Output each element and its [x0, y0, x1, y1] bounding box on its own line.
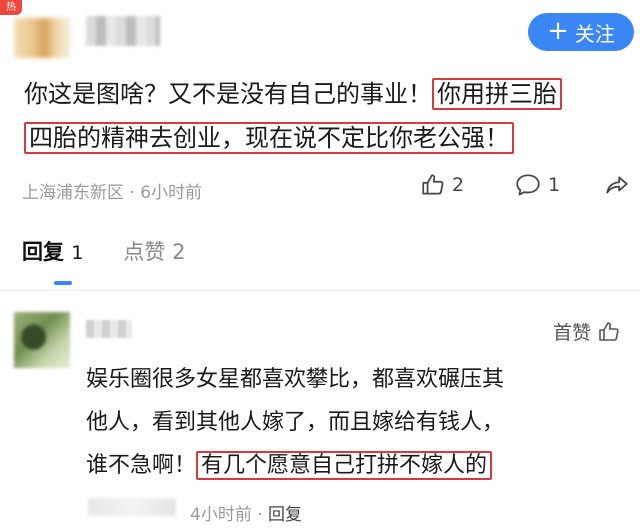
comment-count: 1 — [548, 174, 561, 196]
first-like-badge[interactable]: 首赞 — [553, 318, 621, 345]
reply-meta: 4小时前 · 回复 — [190, 500, 302, 525]
tab-replies-label: 回复 — [22, 240, 64, 264]
like-count: 2 — [452, 174, 465, 196]
highlighted-text-2: 四胎的精神去创业，现在说不定比你老公强！ — [24, 122, 514, 154]
reply-line-2: 他人，看到其他人嫁了，而且嫁给有钱人， — [86, 410, 505, 435]
reply-timestamp: 4小时前 — [190, 505, 252, 525]
reply-avatar[interactable] — [14, 312, 70, 368]
tab-replies[interactable]: 回复 1 — [22, 236, 83, 266]
plus-icon: + — [547, 16, 569, 46]
tab-replies-count: 1 — [71, 242, 84, 264]
thumbs-up-icon — [599, 321, 619, 341]
comment-meta: 上海浦东新区 · 6小时前 — [22, 178, 202, 203]
thumbs-up-icon — [422, 174, 444, 195]
tab-likes[interactable]: 点赞 2 — [123, 236, 185, 266]
reply-line-1: 娱乐圈很多女星都喜欢攀比，都喜欢碾压其 — [86, 367, 505, 392]
reply-meta-separator: · — [257, 505, 263, 525]
username-blurred[interactable] — [86, 16, 160, 46]
follow-label: 关注 — [574, 21, 615, 46]
avatar[interactable] — [14, 18, 70, 58]
highlighted-text-1: 你用拼三胎 — [432, 78, 562, 110]
timestamp: 6小时前 — [140, 183, 203, 203]
hot-badge: 热 — [0, 0, 22, 15]
active-tab-indicator — [54, 281, 72, 285]
share-arrow-icon — [606, 176, 628, 194]
comment-text-start: 你这是图啥？又不是没有自己的事业！ — [24, 80, 432, 108]
location: 上海浦东新区 — [22, 183, 124, 203]
tab-likes-count: 2 — [172, 240, 186, 264]
comment-bubble-icon — [516, 174, 540, 196]
comment-text: 你这是图啥？又不是没有自己的事业！ 你用拼三胎四胎的精神去创业，现在说不定比你老公… — [24, 72, 634, 160]
reply-meta-blurred — [88, 498, 176, 516]
reply-tabs: 回复 1 点赞 2 — [22, 236, 185, 266]
meta-separator: · — [129, 183, 135, 203]
comment-button[interactable]: 1 — [514, 172, 560, 198]
reply-text: 娱乐圈很多女星都喜欢攀比，都喜欢碾压其 他人，看到其他人嫁了，而且嫁给有钱人， … — [86, 358, 626, 487]
reply-highlighted-text: 有几个愿意自己打拼不嫁人的 — [196, 451, 493, 480]
follow-button[interactable]: + 关注 — [528, 13, 634, 51]
tab-likes-label: 点赞 — [123, 240, 166, 264]
like-button[interactable]: 2 — [420, 172, 464, 198]
share-button[interactable] — [604, 172, 630, 198]
reply-username-blurred[interactable] — [86, 320, 132, 338]
reply-line-3-start: 谁不急啊！ — [86, 453, 197, 478]
divider — [0, 290, 640, 291]
reply-button[interactable]: 回复 — [268, 505, 302, 525]
first-like-label: 首赞 — [553, 322, 592, 344]
